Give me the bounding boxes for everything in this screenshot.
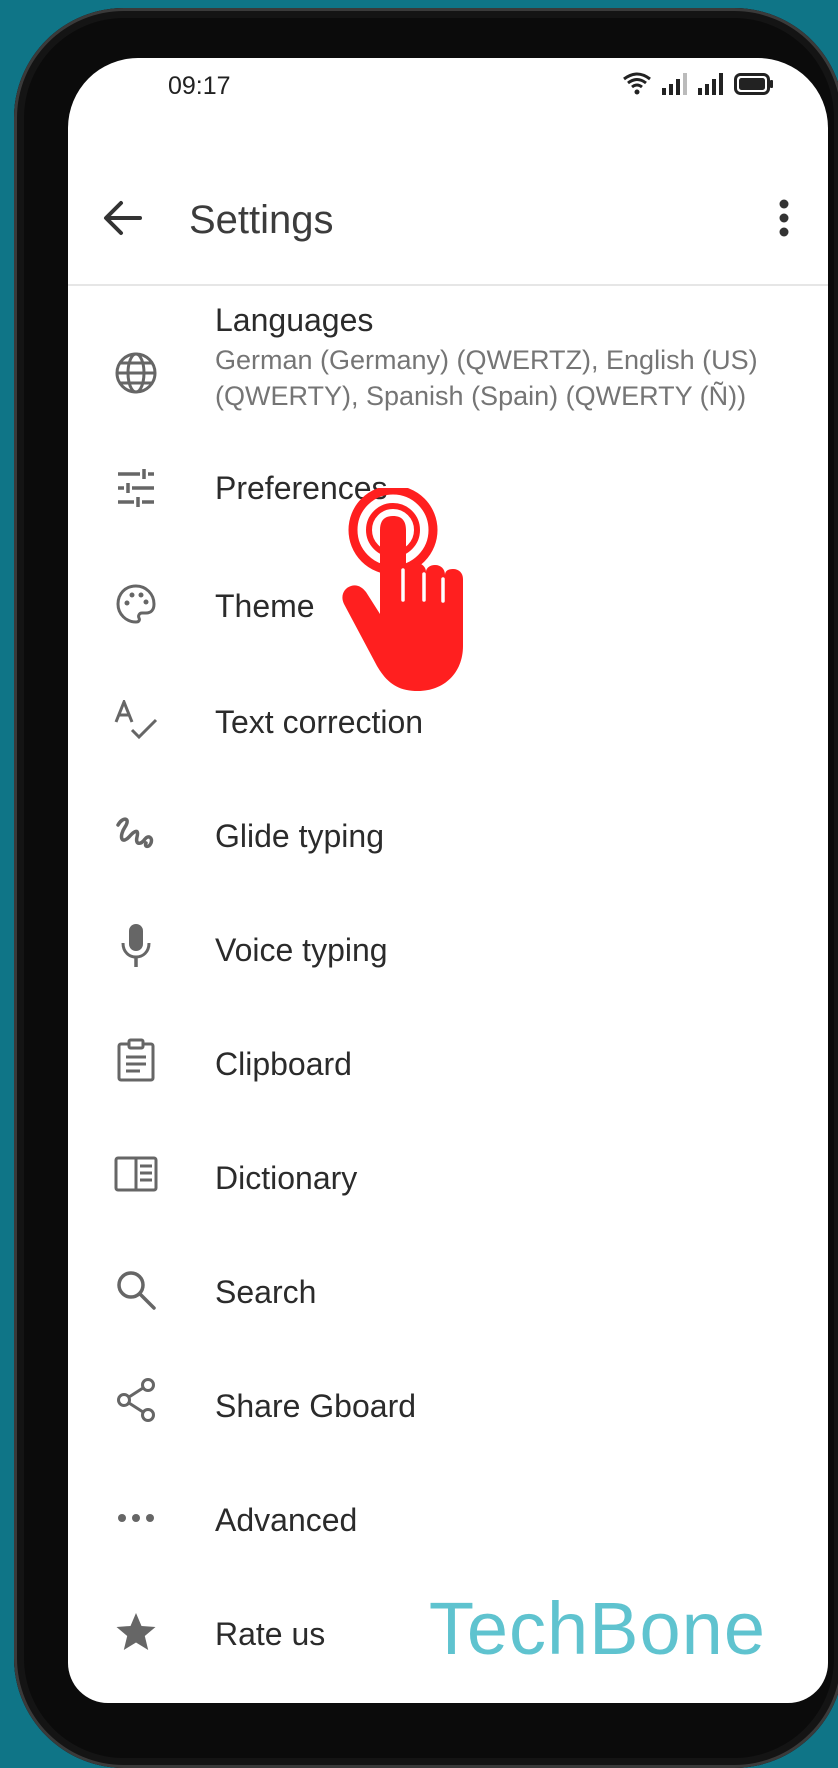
settings-item-clipboard[interactable]: Clipboard xyxy=(68,1026,828,1140)
settings-item-label: Clipboard xyxy=(215,1046,352,1082)
share-icon xyxy=(112,1376,160,1424)
globe-icon xyxy=(112,349,160,397)
signal-icon xyxy=(662,73,688,95)
page-title: Settings xyxy=(189,198,334,242)
screen: 09:17 Settings Languages German (Germany… xyxy=(68,58,828,1703)
status-bar: 09:17 xyxy=(68,58,828,136)
settings-item-advanced[interactable]: Advanced xyxy=(68,1482,828,1596)
app-bar: Settings xyxy=(68,136,828,286)
settings-item-label: Share Gboard xyxy=(215,1388,417,1424)
settings-item-search[interactable]: Search xyxy=(68,1254,828,1368)
settings-item-label: Voice typing xyxy=(215,932,388,968)
settings-item-label: Glide typing xyxy=(215,818,384,854)
search-icon xyxy=(112,1266,160,1314)
tune-icon xyxy=(112,464,160,512)
settings-item-glide-typing[interactable]: Glide typing xyxy=(68,798,828,912)
settings-item-label: Text correction xyxy=(215,704,424,740)
watermark: TechBone xyxy=(428,1587,766,1670)
palette-icon xyxy=(112,580,160,628)
spellcheck-icon xyxy=(112,696,160,744)
settings-item-label: Search xyxy=(215,1274,317,1310)
settings-item-label: Rate us xyxy=(215,1616,326,1652)
more-options-button[interactable] xyxy=(764,194,804,242)
settings-item-label: Languages xyxy=(215,302,374,338)
settings-item-summary: German (Germany) (QWERTZ), English (US) … xyxy=(215,345,758,411)
book-icon xyxy=(112,1150,160,1198)
settings-item-label: Theme xyxy=(215,588,315,624)
signal-icon xyxy=(698,73,724,95)
settings-item-label: Dictionary xyxy=(215,1160,358,1196)
settings-item-text-correction[interactable]: Text correction xyxy=(68,684,828,798)
pointing-hand-icon xyxy=(340,488,480,698)
gesture-icon xyxy=(112,810,160,858)
more-horiz-icon xyxy=(112,1494,160,1542)
settings-item-share-gboard[interactable]: Share Gboard xyxy=(68,1368,828,1482)
more-vert-icon xyxy=(779,199,789,237)
settings-item-dictionary[interactable]: Dictionary xyxy=(68,1140,828,1254)
phone-frame: 09:17 Settings Languages German (Germany… xyxy=(14,8,838,1768)
status-icons xyxy=(622,71,774,95)
star-icon xyxy=(112,1608,160,1656)
arrow-back-icon xyxy=(102,200,142,236)
battery-icon xyxy=(734,73,774,95)
mic-icon xyxy=(112,922,160,970)
settings-item-languages[interactable]: Languages German (Germany) (QWERTZ), Eng… xyxy=(68,286,828,456)
settings-item-voice-typing[interactable]: Voice typing xyxy=(68,912,828,1026)
wifi-icon xyxy=(622,71,652,95)
back-button[interactable] xyxy=(98,194,146,242)
status-time: 09:17 xyxy=(168,72,231,100)
clipboard-icon xyxy=(112,1036,160,1084)
settings-item-label: Advanced xyxy=(215,1502,358,1538)
